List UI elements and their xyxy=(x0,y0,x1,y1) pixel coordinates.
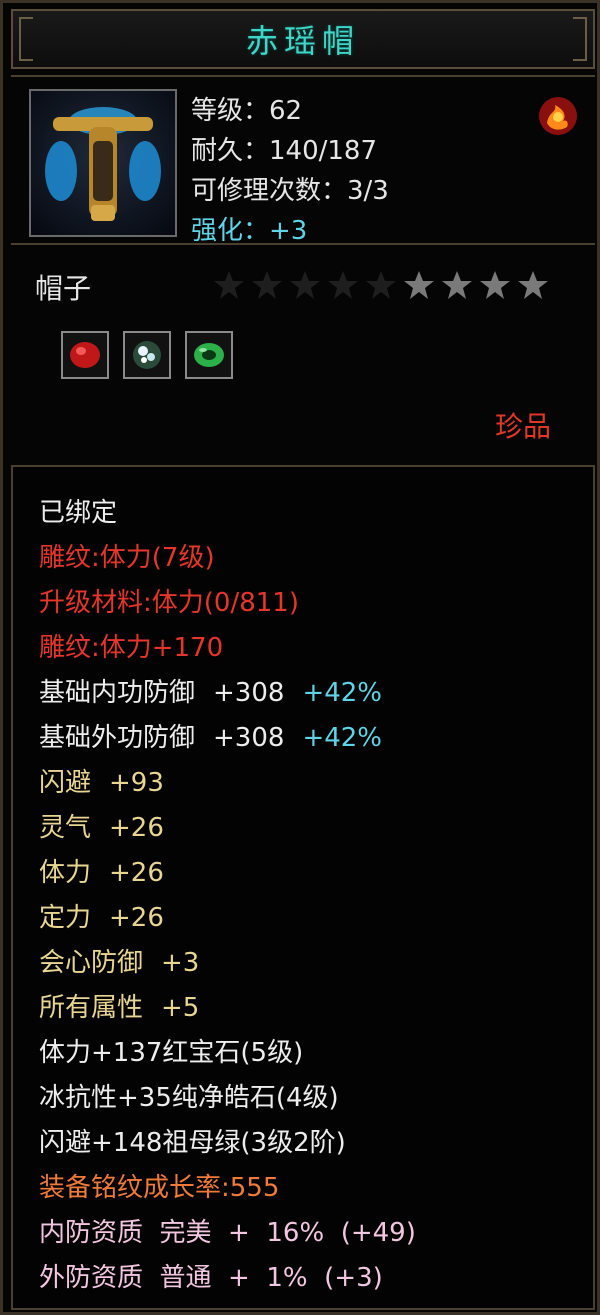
title-corner-right xyxy=(573,17,587,61)
attribute-value: +26 xyxy=(109,813,164,843)
attribute-label: 闪避 xyxy=(39,768,92,798)
gem-bonus: 冰抗性+35纯净皓石(4级) xyxy=(39,1083,339,1113)
title-corner-left xyxy=(19,17,33,61)
item-stats: 等级：62 耐久：140/187 可修理次数：3/3 强化：+3 xyxy=(191,91,389,251)
attribute-row: 会心防御 +3 xyxy=(39,941,416,986)
attribute-row: 所有属性 +5 xyxy=(39,986,416,1031)
attribute-value: +3 xyxy=(161,948,200,978)
star-rating xyxy=(213,269,549,301)
growth-rate: 装备铭纹成长率:555 xyxy=(39,1173,280,1203)
item-type: 帽子 xyxy=(35,272,92,305)
engraving: 雕纹:体力(7级) xyxy=(39,543,215,573)
attribute-value: +26 xyxy=(109,858,164,888)
ruby-gem-icon[interactable] xyxy=(61,331,109,379)
hat-icon xyxy=(29,89,177,237)
attribute-label: 所有属性 xyxy=(39,993,144,1023)
star-icon xyxy=(366,271,396,299)
base-outer-defense-label: 基础外功防御 xyxy=(39,723,196,753)
stat-durability: 耐久：140/187 xyxy=(191,136,378,166)
fire-emblem-icon xyxy=(537,95,579,137)
star-icon xyxy=(480,271,510,299)
base-outer-defense-pct: +42% xyxy=(302,723,383,753)
attribute-value: +5 xyxy=(161,993,200,1023)
base-inner-defense-value: +308 xyxy=(213,678,285,708)
stat-level: 等级：62 xyxy=(191,96,303,126)
item-quality: 珍品 xyxy=(494,410,551,443)
attribute-value: +93 xyxy=(109,768,164,798)
star-icon xyxy=(252,271,282,299)
item-title: 赤瑶帽 xyxy=(245,22,360,60)
stat-repair-count: 可修理次数：3/3 xyxy=(191,176,389,206)
star-icon xyxy=(518,271,548,299)
attribute-label: 灵气 xyxy=(39,813,92,843)
title-bar: 赤瑶帽 xyxy=(11,9,595,69)
gem-bonus: 闪避+148祖母绿(3级2阶) xyxy=(39,1128,346,1158)
base-inner-defense-pct: +42% xyxy=(302,678,383,708)
gem-sockets xyxy=(61,331,233,379)
outer-defense-quality: 外防资质 普通 + 1% (+3) xyxy=(39,1263,383,1293)
base-outer-defense-value: +308 xyxy=(213,723,285,753)
engraving-bonus: 雕纹:体力+170 xyxy=(39,633,224,663)
jade-gem-icon[interactable] xyxy=(185,331,233,379)
diamond-gem-icon[interactable] xyxy=(123,331,171,379)
upgrade-material: 升级材料:体力(0/811) xyxy=(39,588,299,618)
attribute-row: 灵气 +26 xyxy=(39,806,416,851)
star-icon xyxy=(214,271,244,299)
attribute-label: 定力 xyxy=(39,903,92,933)
bound-status: 已绑定 xyxy=(39,498,118,528)
item-tooltip-window: 赤瑶帽 等级：62 耐久：140/187 可修理次数：3/3 强化：+3 帽子 … xyxy=(0,0,600,1315)
attribute-label: 会心防御 xyxy=(39,948,144,978)
attribute-row: 体力 +26 xyxy=(39,851,416,896)
base-inner-defense-label: 基础内功防御 xyxy=(39,678,196,708)
item-details: 已绑定 雕纹:体力(7级) 升级材料:体力(0/811) 雕纹:体力+170 基… xyxy=(11,465,595,1310)
attribute-label: 体力 xyxy=(39,858,92,888)
attribute-value: +26 xyxy=(109,903,164,933)
attribute-row: 定力 +26 xyxy=(39,896,416,941)
item-header: 等级：62 耐久：140/187 可修理次数：3/3 强化：+3 xyxy=(11,75,595,246)
star-icon xyxy=(404,271,434,299)
attribute-row: 闪避 +93 xyxy=(39,761,416,806)
gem-bonus: 体力+137红宝石(5级) xyxy=(39,1038,304,1068)
star-icon xyxy=(442,271,472,299)
inner-defense-quality: 内防资质 完美 + 16% (+49) xyxy=(39,1218,416,1248)
stat-enhance: 强化：+3 xyxy=(191,216,308,246)
star-icon xyxy=(328,271,358,299)
base-inner-defense: 基础内功防御 +308 +42% xyxy=(39,671,416,716)
star-icon xyxy=(290,271,320,299)
base-outer-defense: 基础外功防御 +308 +42% xyxy=(39,716,416,761)
